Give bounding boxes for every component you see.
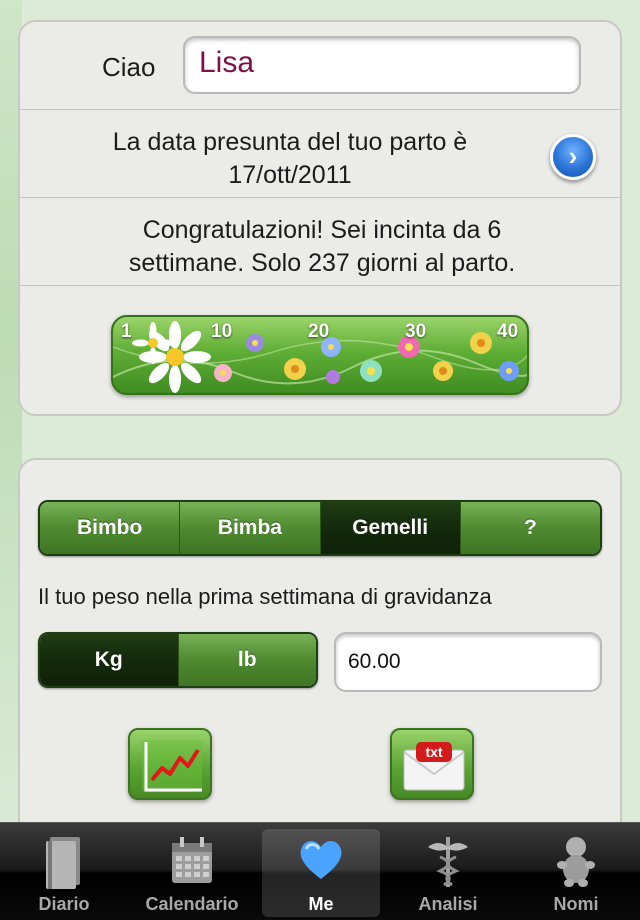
due-date-label: La data presunta del tuo parto è [112,128,468,156]
weight-label: Il tuo peso nella prima settimana di gra… [38,584,492,609]
tab-bar: Diario Calendario Me Analisi Nomi [0,822,640,920]
gender-option-bimbo[interactable]: Bimbo [40,502,181,554]
congrats-text: Congratulazioni! Sei incinta da 6 settim… [40,214,604,280]
tab-analisi[interactable]: Analisi [384,823,512,920]
name-row: Ciao Lisa [20,22,620,110]
tab-nomi[interactable]: Nomi [512,823,640,920]
weight-input[interactable]: 60.00 [334,632,602,692]
disclosure-arrow-icon[interactable]: › [550,134,596,180]
unit-segmented-control: Kg lb [38,632,318,688]
envelope-txt-icon: txt [403,742,465,791]
pregnancy-progress-bar: 1 10 20 30 40 [111,315,529,395]
tab-me-label: Me [308,894,334,914]
greeting-label: Ciao [102,52,156,82]
export-text-button[interactable]: txt [390,728,474,800]
tab-diario[interactable]: Diario [0,823,128,920]
name-input[interactable]: Lisa [183,36,581,94]
week-tick-30: 30 [405,321,427,342]
tab-nomi-label: Nomi [553,894,599,914]
congrats-line-1: Congratulazioni! Sei incinta da 6 [142,216,502,244]
due-date-value: 17/ott/2011 [228,161,352,189]
tab-calendario[interactable]: Calendario [128,823,256,920]
gender-segmented-control: Bimbo Bimba Gemelli ? [38,500,602,556]
gender-option-bimba[interactable]: Bimba [180,502,321,554]
congrats-row: Congratulazioni! Sei incinta da 6 settim… [20,198,620,286]
settings-panel: Bimbo Bimba Gemelli ? Il tuo peso nella … [18,458,622,838]
progress-row: 1 10 20 30 40 [20,286,620,414]
week-tick-10: 10 [211,321,233,342]
gender-option-gemelli[interactable]: Gemelli [320,502,461,554]
profile-panel: Ciao Lisa La data presunta del tuo parto… [18,20,622,416]
due-date-row[interactable]: La data presunta del tuo parto è 17/ott/… [20,110,620,198]
book-icon [46,837,80,889]
line-chart-icon [142,740,202,792]
unit-option-kg[interactable]: Kg [40,634,179,686]
baby-icon [557,837,595,887]
due-date-text: La data presunta del tuo parto è 17/ott/… [60,126,520,192]
tab-calendario-label: Calendario [145,894,239,914]
tab-diario-label: Diario [38,894,90,914]
weight-chart-button[interactable] [128,728,212,800]
caduceus-icon [428,837,468,887]
week-tick-1: 1 [121,321,132,342]
tab-me[interactable]: Me [262,829,380,917]
calendar-icon [172,837,212,883]
heart-icon [300,841,342,879]
svg-text:txt: txt [425,744,442,760]
congrats-line-2: settimane. Solo 237 giorni al parto. [128,249,516,277]
week-tick-40: 40 [497,321,519,342]
unit-option-lb[interactable]: lb [178,634,316,686]
week-tick-20: 20 [308,321,330,342]
tab-analisi-label: Analisi [418,894,478,914]
gender-option-unknown[interactable]: ? [460,502,600,554]
